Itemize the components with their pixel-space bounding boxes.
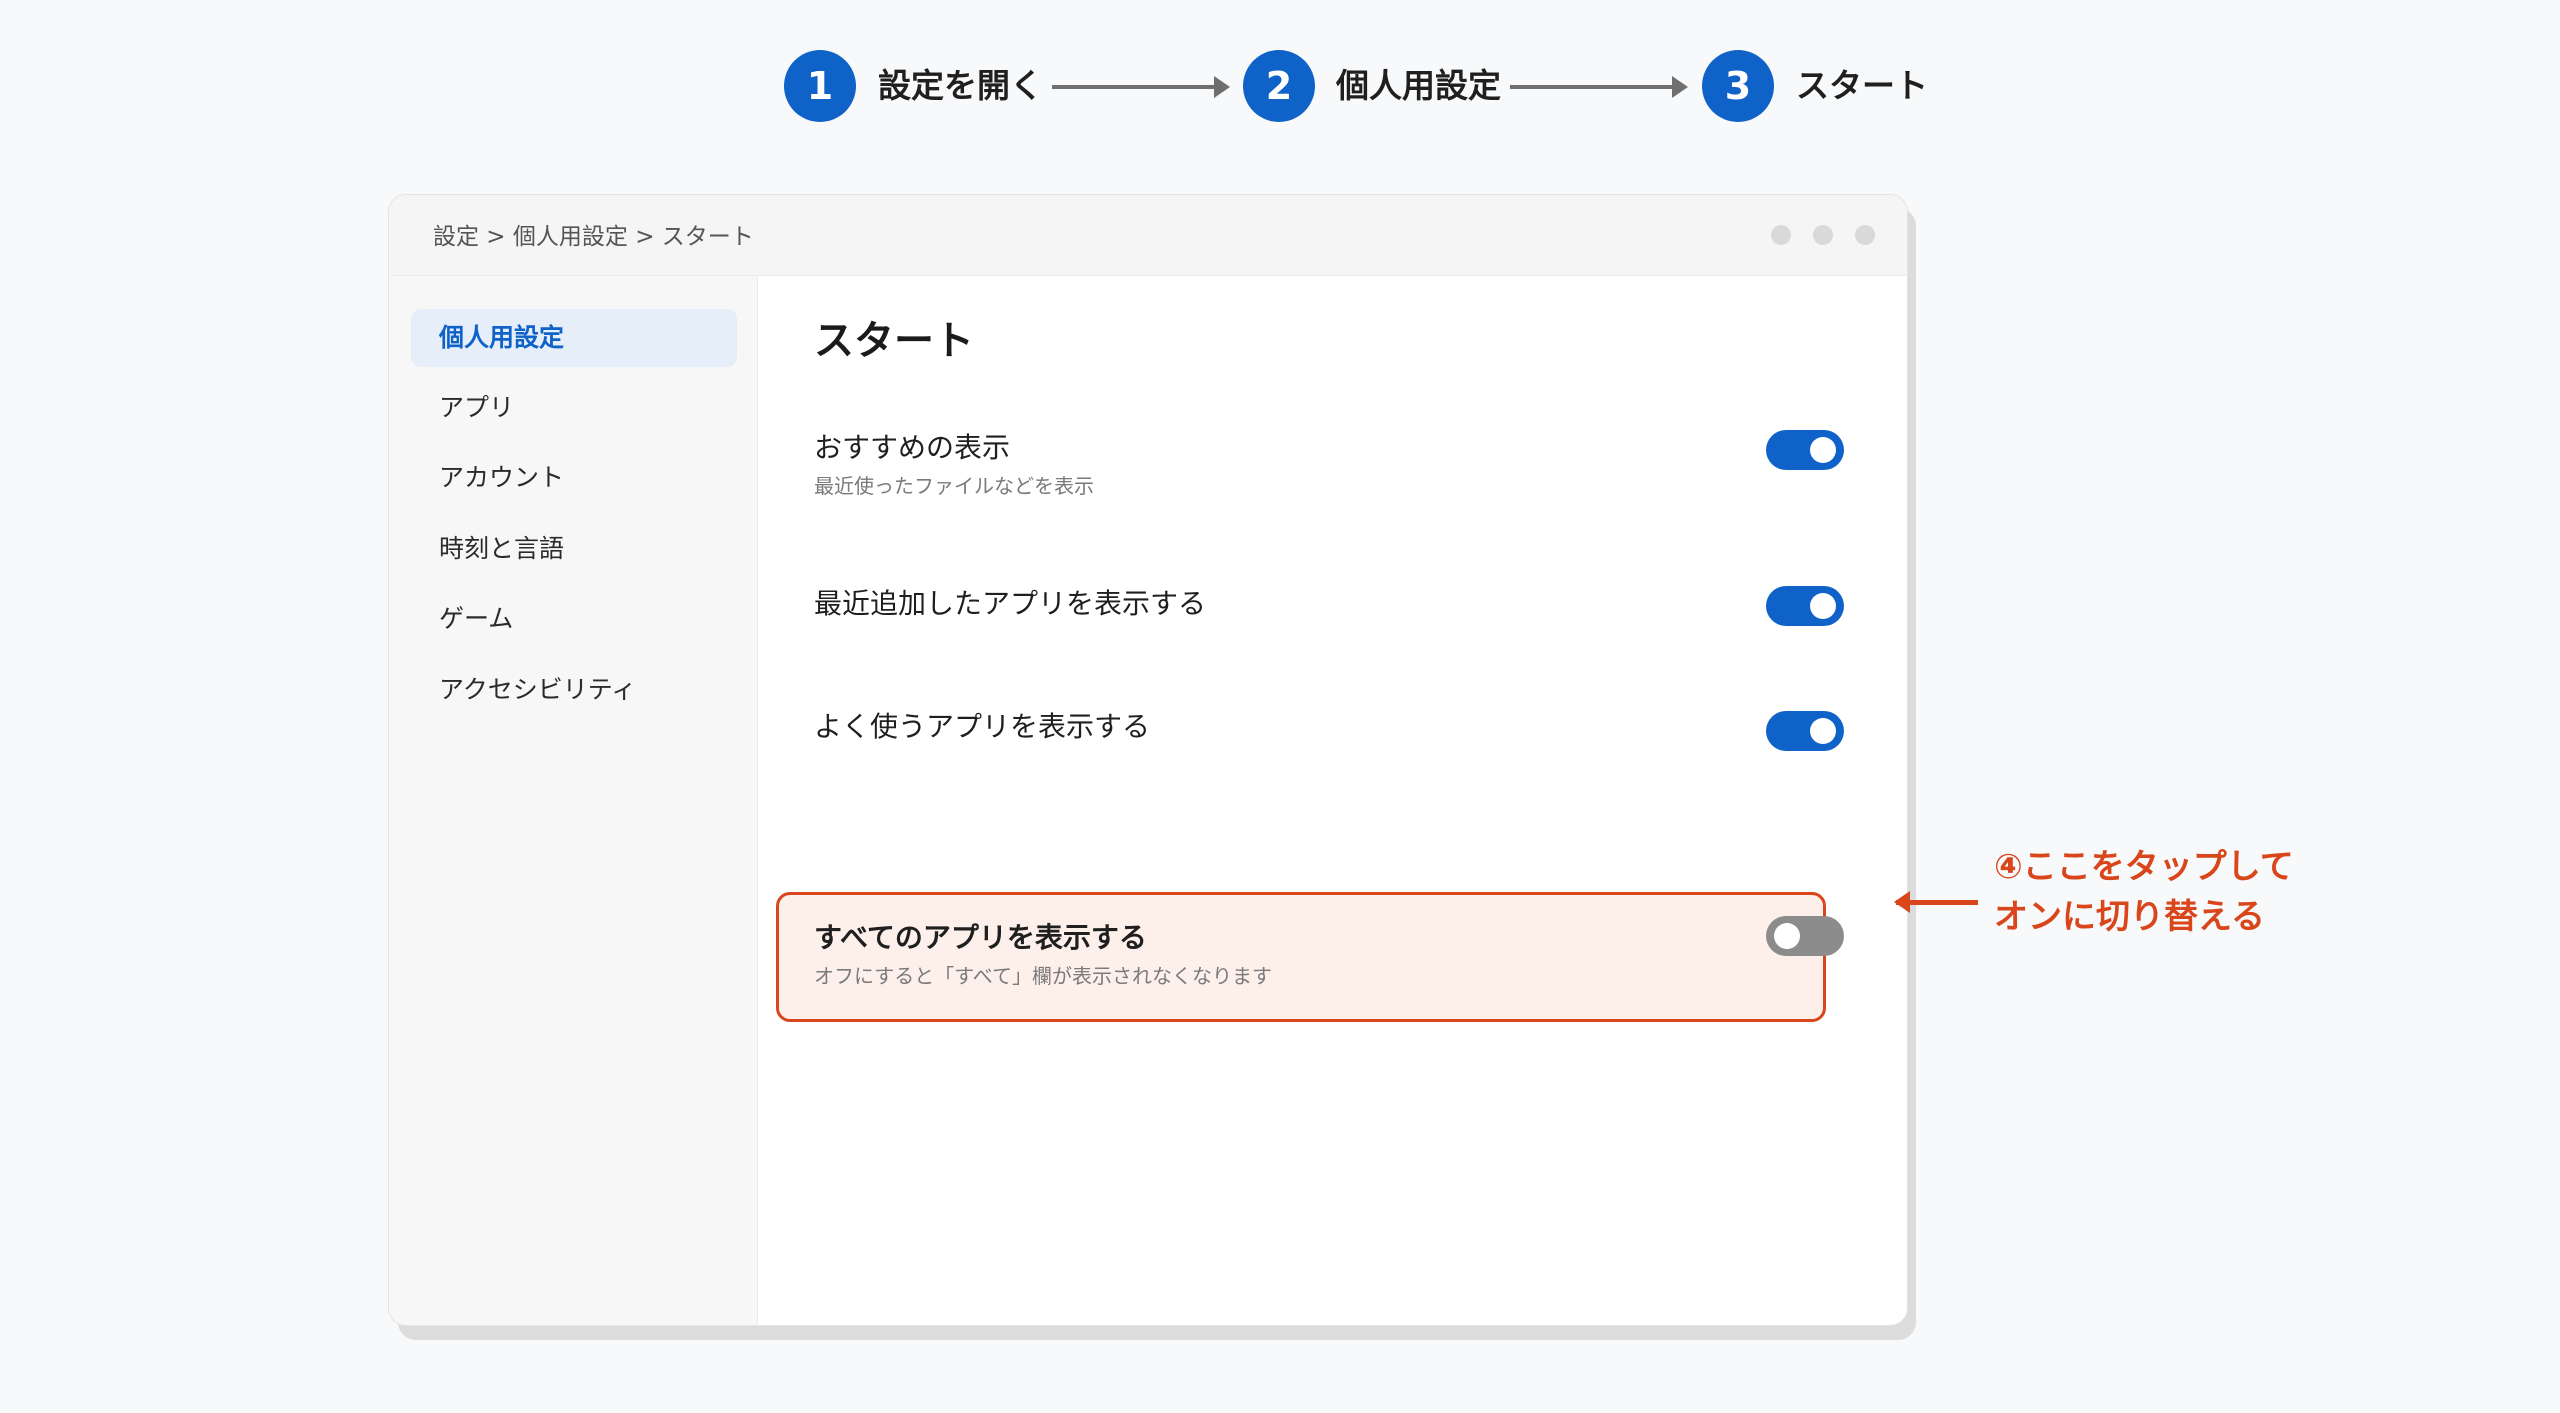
step-2-badge: 2	[1243, 50, 1315, 122]
breadcrumb: 設定 > 個人用設定 > スタート	[433, 224, 754, 250]
step-3-badge: 3	[1702, 50, 1774, 122]
window-dot-icon[interactable]	[1771, 225, 1791, 245]
step-2-label: 個人用設定	[1336, 66, 1501, 105]
setting-description: 最近使ったファイルなどを表示	[814, 474, 1094, 498]
callout-line-2: オンに切り替える	[1994, 897, 2265, 937]
step-1-badge: 1	[784, 50, 856, 122]
toggle-knob	[1774, 923, 1800, 949]
sidebar-item-gaming[interactable]: ゲーム	[411, 590, 737, 648]
sidebar-item-time-language[interactable]: 時刻と言語	[411, 520, 737, 578]
setting-row-most-used: よく使うアプリを表示する	[814, 705, 1844, 765]
step-arrow-icon	[1052, 76, 1230, 98]
setting-title: すべてのアプリを表示する	[814, 921, 1147, 954]
sidebar-item-accounts[interactable]: アカウント	[411, 449, 737, 507]
step-arrow-icon	[1510, 76, 1688, 98]
step-1-label: 設定を開く	[878, 66, 1043, 105]
sidebar: 個人用設定 アプリ アカウント 時刻と言語 ゲーム アクセシビリティ	[389, 276, 758, 1325]
all-apps-toggle[interactable]	[1766, 916, 1844, 956]
sidebar-item-apps[interactable]: アプリ	[411, 379, 737, 437]
recently-added-toggle[interactable]	[1766, 586, 1844, 626]
toggle-knob	[1810, 437, 1836, 463]
settings-window: 設定 > 個人用設定 > スタート 個人用設定 アプリ アカウント 時刻と言語 …	[388, 194, 1908, 1326]
recommendations-toggle[interactable]	[1766, 430, 1844, 470]
setting-row-recently-added: 最近追加したアプリを表示する	[814, 582, 1844, 642]
setting-description: オフにすると「すべて」欄が表示されなくなります	[814, 964, 1272, 988]
setting-title: おすすめの表示	[814, 431, 1011, 464]
setting-title: よく使うアプリを表示する	[814, 710, 1151, 743]
most-used-toggle[interactable]	[1766, 711, 1844, 751]
setting-title: 最近追加したアプリを表示する	[814, 587, 1207, 620]
window-dot-icon[interactable]	[1855, 225, 1875, 245]
step-3-label: スタート	[1796, 66, 1928, 105]
step-header: 1 設定を開く 2 個人用設定 3 スタート	[0, 50, 2560, 126]
page-title: スタート	[814, 318, 974, 364]
callout-arrow-icon	[1894, 891, 1978, 913]
title-bar: 設定 > 個人用設定 > スタート	[389, 195, 1907, 276]
settings-content: スタート おすすめの表示 最近使ったファイルなどを表示 最近追加したアプリを表示…	[758, 276, 1907, 1325]
callout-line-1: ④ここをタップして	[1994, 847, 2294, 887]
sidebar-item-accessibility[interactable]: アクセシビリティ	[411, 661, 737, 719]
sidebar-item-personalization[interactable]: 個人用設定	[411, 309, 737, 367]
toggle-knob	[1810, 718, 1836, 744]
toggle-knob	[1810, 593, 1836, 619]
setting-row-recommendations: おすすめの表示 最近使ったファイルなどを表示	[814, 426, 1844, 516]
callout-text: ④ここをタップして オンに切り替える	[1994, 842, 2294, 942]
setting-row-all-apps: すべてのアプリを表示する オフにすると「すべて」欄が表示されなくなります	[814, 916, 1844, 1006]
window-dot-icon[interactable]	[1813, 225, 1833, 245]
